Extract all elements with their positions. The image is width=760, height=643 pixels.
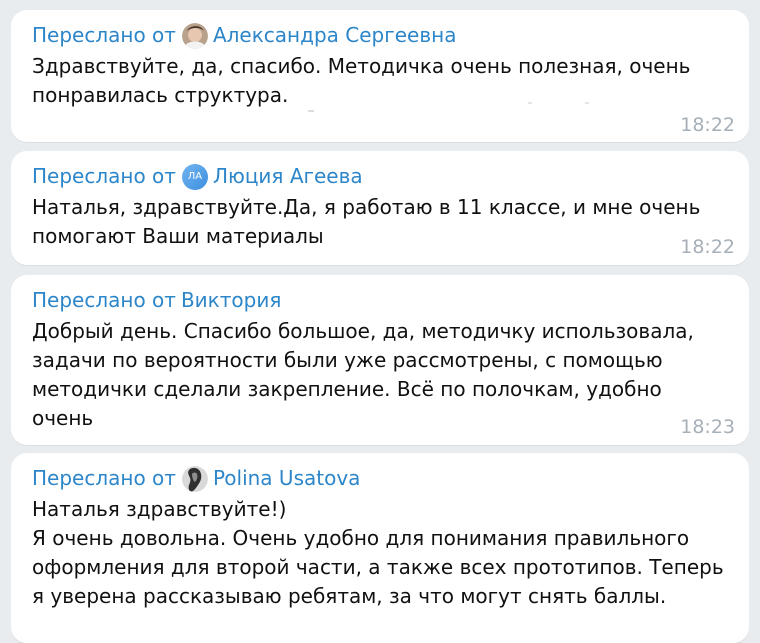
forwarded-label: Переслано от [32,466,176,490]
message-time: 18:22 [680,236,735,258]
sender-avatar[interactable] [181,465,208,492]
sender-name-link[interactable]: Люция Агеева [213,161,363,192]
forwarded-label: Переслано от [32,23,176,47]
message-time: 18:23 [680,416,735,438]
sender-name-link[interactable]: Александра Сергеевна [213,20,457,51]
forwarded-header: Переслано от Виктория [32,285,729,316]
forwarded-header: Переслано от Polina Usatova [32,463,729,494]
sender-avatar[interactable] [181,22,208,49]
message-bubble[interactable]: Переслано от ЛА Люция Агеева Наталья, зд… [11,151,749,265]
person-photo-icon [181,22,208,49]
message-text: Наталья, здравствуйте.Да, я работаю в 11… [32,195,701,248]
forwarded-header: Переслано от Александра Сергеевна [32,20,729,51]
forwarded-label: Переслано от [32,164,176,188]
message-time: 18:22 [680,114,735,136]
message-text: Наталья здравствуйте!) Я очень довольна.… [32,497,724,608]
message-bubble[interactable]: Переслано от Polina Usatova Наталья здра… [11,453,749,643]
sender-name-link[interactable]: Polina Usatova [213,463,360,494]
initials-avatar-icon[interactable]: ЛА [181,163,208,190]
forwarded-header: Переслано от ЛА Люция Агеева [32,161,729,192]
message-bubble[interactable]: Переслано от Виктория Добрый день. Спаси… [11,275,749,445]
message-text: Здравствуйте, да, спасибо. Методичка оче… [32,54,691,107]
forwarded-label: Переслано от [32,288,176,312]
message-text: Добрый день. Спасибо большое, да, методи… [32,319,694,430]
person-photo-icon [181,465,208,492]
chat-history: Переслано от Александра Сергеевна Здравс… [0,0,760,643]
message-bubble[interactable]: Переслано от Александра Сергеевна Здравс… [11,10,749,142]
sender-name-link[interactable]: Виктория [181,285,281,316]
